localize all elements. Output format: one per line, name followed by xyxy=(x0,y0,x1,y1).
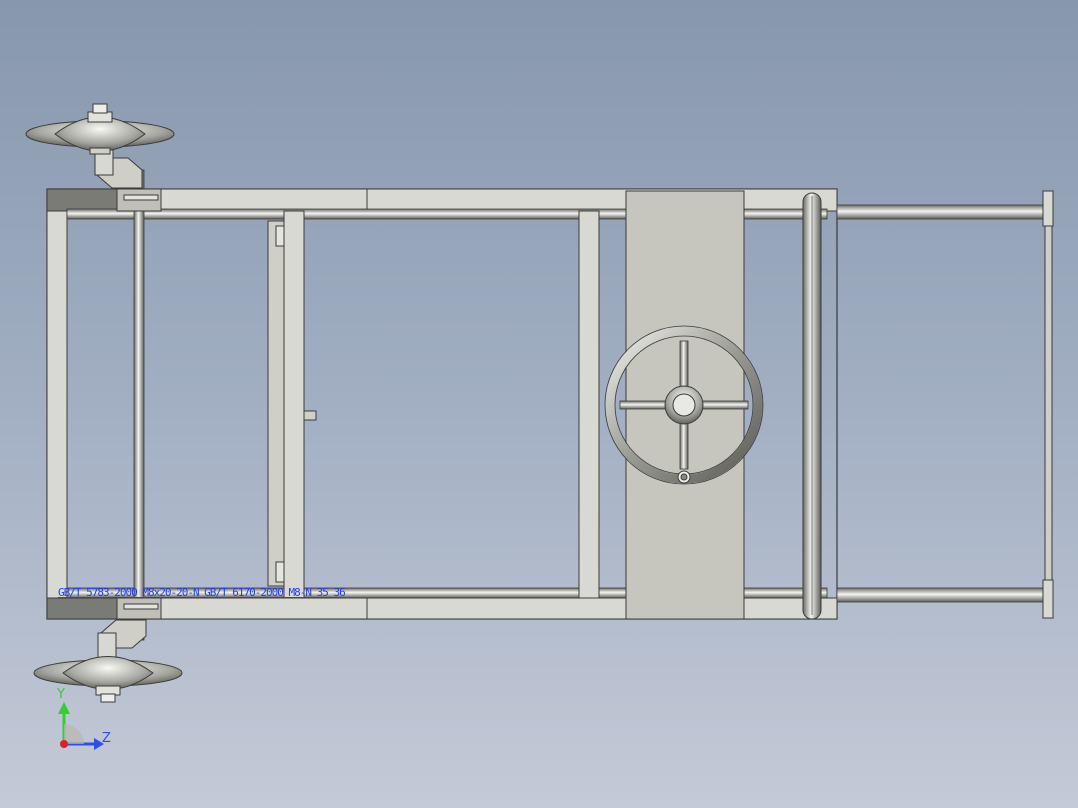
extension-rails xyxy=(836,190,1054,619)
axis-y-label: Y xyxy=(57,687,65,702)
cart-frame-model[interactable] xyxy=(0,0,1078,808)
hand-wheel[interactable] xyxy=(604,325,764,485)
axis-z-label: Z xyxy=(102,731,111,746)
caster-wheel-top[interactable] xyxy=(25,103,175,189)
cad-viewport[interactable]: GB/T 5783-2000 M8x20-20-N GB/T 6170-2000… xyxy=(0,0,1078,808)
part-annotation-text: GB/T 5783-2000 M8x20-20-N GB/T 6170-2000… xyxy=(58,586,346,599)
front-axle xyxy=(116,169,162,641)
push-handle-bar[interactable] xyxy=(802,192,822,620)
axis-triad xyxy=(58,702,104,750)
